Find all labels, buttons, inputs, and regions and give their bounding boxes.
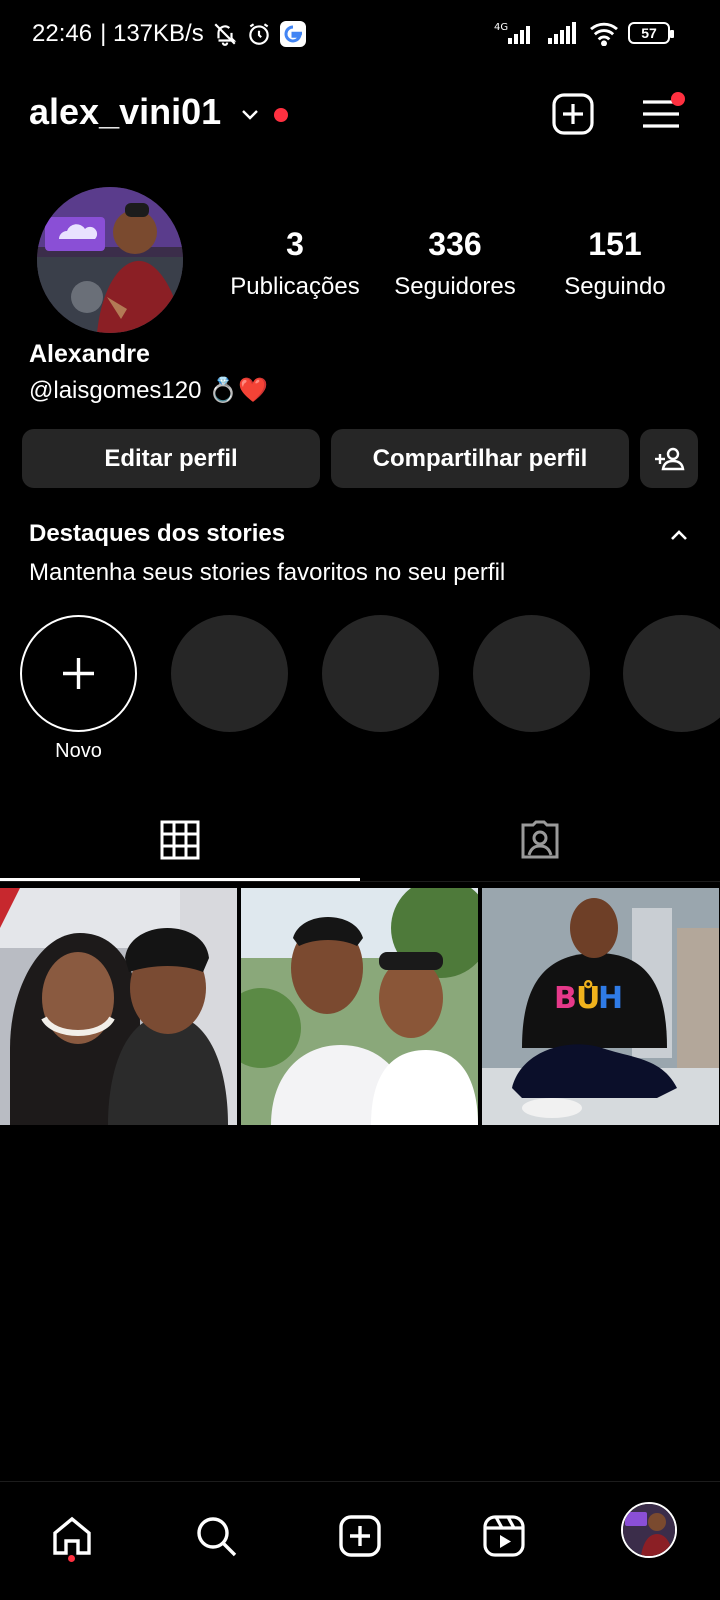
nav-create[interactable] (330, 1506, 390, 1566)
highlight-placeholder (171, 615, 288, 732)
share-profile-button[interactable]: Compartilhar perfil (331, 429, 629, 488)
highlight-placeholder (623, 615, 720, 732)
stat-following-label: Seguindo (564, 273, 666, 300)
search-icon (197, 1517, 237, 1557)
reels-icon (483, 1515, 525, 1557)
new-highlight-label: Novo (55, 740, 102, 762)
add-person-icon (655, 447, 685, 470)
profile-tabs (0, 810, 720, 884)
status-bar: 22:46 | 137KB/s 4G 57 (0, 0, 720, 72)
battery-icon: 57 (628, 22, 674, 44)
home-icon (53, 1516, 91, 1555)
stat-following-count: 151 (588, 226, 642, 262)
stat-following[interactable]: 151 Seguindo (530, 226, 700, 301)
svg-text:H: H (598, 981, 623, 1016)
create-icon (339, 1515, 381, 1557)
svg-text:B: B (554, 981, 577, 1016)
chevron-down-icon[interactable] (238, 102, 262, 126)
status-speed: | 137KB/s (100, 20, 204, 47)
alarm-icon (248, 23, 269, 45)
edit-profile-button[interactable]: Editar perfil (22, 429, 320, 488)
stat-posts[interactable]: 3 Publicações (210, 226, 380, 301)
grid-icon[interactable] (160, 820, 200, 860)
tagged-icon[interactable] (519, 819, 561, 861)
status-right: 4G 57 (494, 20, 674, 46)
highlights-subtitle: Mantenha seus stories favoritos no seu p… (29, 559, 506, 586)
chevron-up-icon[interactable] (667, 524, 691, 548)
mute-icon (214, 23, 236, 46)
signal-icon (548, 22, 576, 44)
svg-text:Ů: Ů (576, 979, 600, 1016)
posts-grid: B Ů H (0, 888, 720, 1125)
post-thumbnail[interactable]: B Ů H (482, 888, 719, 1125)
highlight-placeholder (322, 615, 439, 732)
bottom-nav (0, 1481, 720, 1600)
menu-notification-dot (671, 92, 685, 106)
signal-4g-icon: 4G (494, 22, 530, 44)
new-post-icon[interactable] (551, 92, 595, 136)
post-thumbnail[interactable] (0, 888, 237, 1125)
plus-icon (63, 658, 94, 689)
wifi-icon (590, 22, 618, 46)
profile-avatar[interactable] (37, 187, 183, 333)
status-left: 22:46 | 137KB/s (32, 20, 306, 48)
profile-header: alex_vini01 (0, 80, 720, 150)
new-highlight-button[interactable] (20, 615, 137, 732)
nav-reels[interactable] (474, 1506, 534, 1566)
highlight-placeholder (473, 615, 590, 732)
stat-followers[interactable]: 336 Seguidores (370, 226, 540, 301)
profile-name: Alexandre (29, 340, 150, 368)
post-thumbnail[interactable] (241, 888, 478, 1125)
profile-avatar[interactable] (621, 1502, 677, 1558)
stat-followers-count: 336 (428, 226, 482, 262)
profile-bio[interactable]: @laisgomes120 💍❤️ (29, 376, 268, 405)
username[interactable]: alex_vini01 (29, 91, 221, 133)
stat-posts-count: 3 (286, 226, 304, 262)
nav-search[interactable] (186, 1506, 246, 1566)
tab-divider (0, 881, 720, 882)
account-notification-dot (274, 108, 288, 122)
add-person-button[interactable] (640, 429, 698, 488)
home-notification-dot (68, 1555, 75, 1562)
status-time: 22:46 (32, 20, 93, 47)
highlights-title: Destaques dos stories (29, 520, 286, 547)
stat-posts-label: Publicações (230, 273, 360, 300)
google-icon (279, 21, 306, 47)
stat-followers-label: Seguidores (394, 273, 516, 300)
svg-text:4G: 4G (494, 22, 508, 33)
